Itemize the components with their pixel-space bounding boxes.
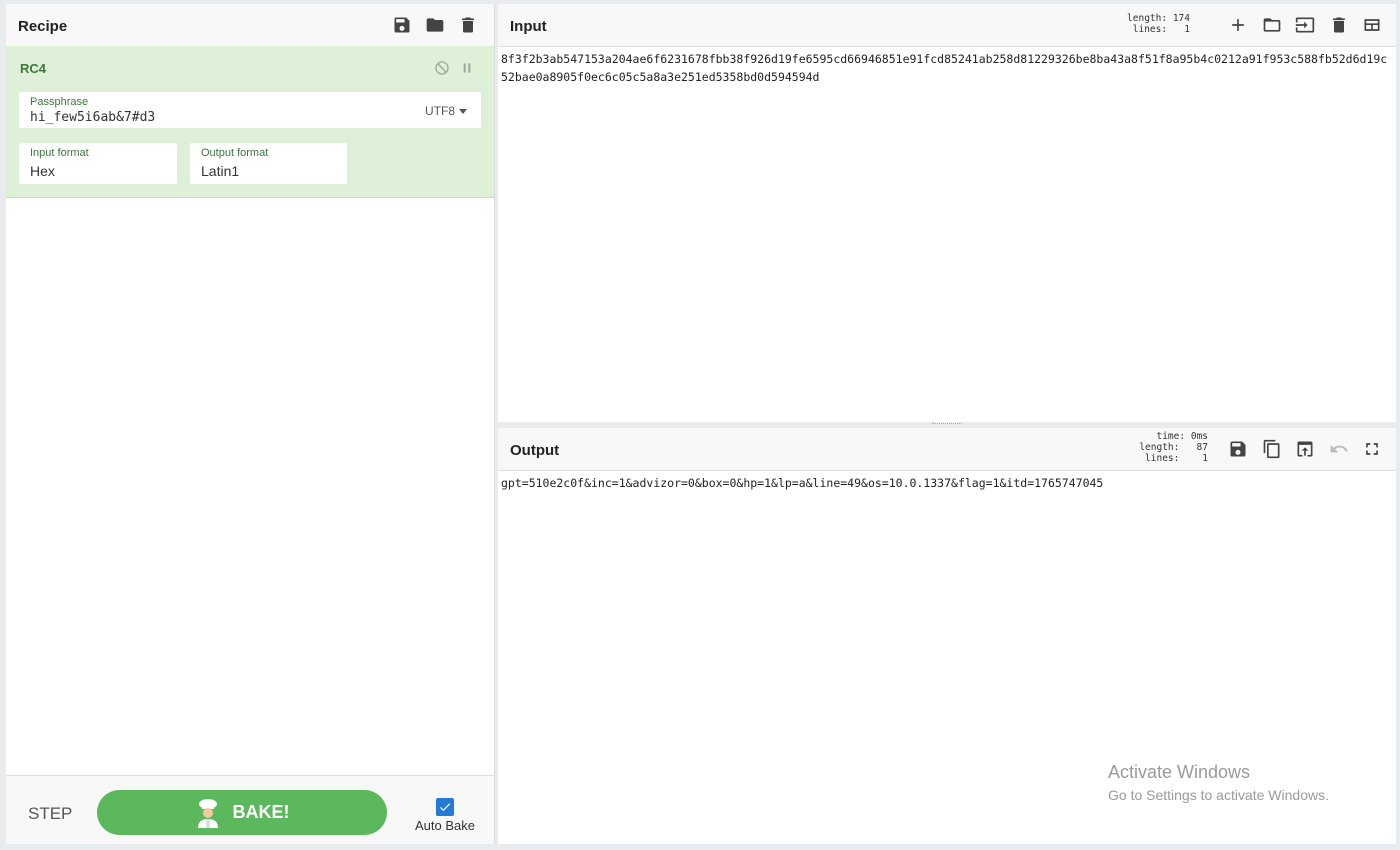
output-length-label: length: bbox=[1139, 442, 1180, 453]
trash-icon bbox=[462, 17, 474, 33]
input-header: Input length: 174 lines: 1 bbox=[498, 4, 1396, 47]
recipe-title: Recipe bbox=[18, 18, 68, 35]
recipe-header: Recipe bbox=[6, 4, 494, 47]
watermark-subtitle: Go to Settings to activate Windows. bbox=[1108, 787, 1329, 803]
caret-down-icon bbox=[459, 109, 467, 115]
load-recipe-button[interactable] bbox=[422, 12, 448, 38]
pause-icon bbox=[463, 63, 471, 73]
fullscreen-icon bbox=[1366, 443, 1378, 455]
output-lines-value: 1 bbox=[1202, 453, 1208, 464]
breakpoint-button[interactable] bbox=[457, 58, 477, 78]
output-stats: time: 0ms length: 87 lines: 1 bbox=[1132, 431, 1208, 464]
output-title: Output bbox=[510, 442, 560, 459]
input-format-value: Hex bbox=[30, 163, 55, 179]
bake-button[interactable]: BAKE! bbox=[97, 790, 387, 835]
passphrase-encoding-value: UTF8 bbox=[425, 104, 455, 118]
maximise-output-button[interactable] bbox=[1359, 436, 1385, 462]
plus-icon bbox=[1232, 19, 1244, 31]
clear-input-button[interactable] bbox=[1326, 12, 1352, 38]
trash-icon bbox=[1333, 17, 1345, 33]
input-lines-label: lines: bbox=[1132, 24, 1168, 35]
auto-bake-label: Auto Bake bbox=[415, 818, 475, 833]
input-format-label: Input format bbox=[30, 147, 89, 159]
output-length-value: 87 bbox=[1196, 442, 1208, 453]
passphrase-label: Passphrase bbox=[30, 96, 89, 108]
folder-icon bbox=[426, 18, 444, 32]
add-input-tab-button[interactable] bbox=[1225, 12, 1251, 38]
open-folder-button[interactable] bbox=[1292, 12, 1318, 38]
passphrase-input[interactable]: hi_few5i6ab&7#d3 bbox=[30, 110, 155, 125]
auto-bake-checkbox[interactable] bbox=[436, 798, 454, 816]
output-textarea[interactable]: gpt=510e2c0f&inc=1&advizor=0&box=0&hp=1&… bbox=[501, 474, 1390, 492]
folder-open-icon bbox=[1263, 18, 1281, 32]
output-format-label: Output format bbox=[201, 147, 269, 159]
save-icon bbox=[394, 17, 410, 33]
copy-icon bbox=[1263, 439, 1280, 459]
output-pane: Output time: 0ms length: 87 lines: 1 gpt… bbox=[498, 428, 1396, 844]
layout-icon bbox=[1364, 19, 1380, 31]
input-length-value: 174 bbox=[1172, 13, 1190, 24]
output-header: Output time: 0ms length: 87 lines: 1 bbox=[498, 428, 1396, 471]
output-lines-label: lines: bbox=[1145, 453, 1180, 464]
input-lines-value: 1 bbox=[1184, 24, 1190, 35]
move-to-input-icon bbox=[1297, 441, 1313, 457]
replace-input-button[interactable] bbox=[1292, 436, 1318, 462]
output-format-value: Latin1 bbox=[201, 163, 240, 179]
output-time-label: time: bbox=[1156, 431, 1186, 442]
undo-button[interactable] bbox=[1326, 436, 1352, 462]
input-format-field[interactable]: Input format Hex bbox=[19, 143, 177, 184]
passphrase-encoding-dropdown[interactable]: UTF8 bbox=[425, 104, 467, 118]
copy-output-button[interactable] bbox=[1259, 436, 1285, 462]
input-title: Input bbox=[510, 18, 547, 35]
recipe-controls: STEP BAKE! Auto Bake bbox=[6, 775, 494, 844]
disable-operation-button[interactable] bbox=[432, 58, 452, 78]
undo-icon bbox=[1330, 444, 1348, 453]
operation-rc4[interactable]: RC4 Passphrase hi_few5i6ab&7#d3 UTF8 Inp… bbox=[6, 46, 494, 198]
input-textarea[interactable]: 8f3f2b3ab547153a204ae6f6231678fbb38f926d… bbox=[501, 50, 1390, 86]
passphrase-field[interactable]: Passphrase hi_few5i6ab&7#d3 UTF8 bbox=[19, 92, 481, 128]
disable-icon bbox=[435, 61, 449, 75]
recipe-pane: Recipe RC4 Passphrase hi_few5i6ab&7#d3 U… bbox=[6, 4, 495, 844]
output-format-field[interactable]: Output format Latin1 bbox=[190, 143, 347, 184]
splitter-grip[interactable] bbox=[932, 423, 962, 427]
clear-recipe-button[interactable] bbox=[455, 12, 481, 38]
input-length-label: length: bbox=[1127, 13, 1168, 24]
save-output-button[interactable] bbox=[1225, 436, 1251, 462]
save-icon bbox=[1230, 441, 1246, 457]
bake-label: BAKE! bbox=[232, 802, 290, 822]
checkmark-icon bbox=[439, 803, 451, 812]
save-recipe-button[interactable] bbox=[389, 12, 415, 38]
input-arrow-icon bbox=[1295, 17, 1315, 33]
step-button[interactable]: STEP bbox=[28, 804, 72, 824]
activate-windows-watermark: Activate Windows Go to Settings to activ… bbox=[1108, 762, 1329, 803]
reset-layout-button[interactable] bbox=[1359, 12, 1385, 38]
open-file-button[interactable] bbox=[1259, 12, 1285, 38]
chef-icon bbox=[197, 798, 218, 828]
operation-name: RC4 bbox=[20, 61, 47, 76]
input-pane: Input length: 174 lines: 1 8f3f2b3ab5471… bbox=[498, 4, 1396, 422]
output-time-value: 0ms bbox=[1190, 431, 1208, 442]
watermark-title: Activate Windows bbox=[1108, 762, 1251, 782]
input-stats: length: 174 lines: 1 bbox=[1116, 13, 1190, 35]
auto-bake-toggle[interactable]: Auto Bake bbox=[410, 794, 480, 833]
